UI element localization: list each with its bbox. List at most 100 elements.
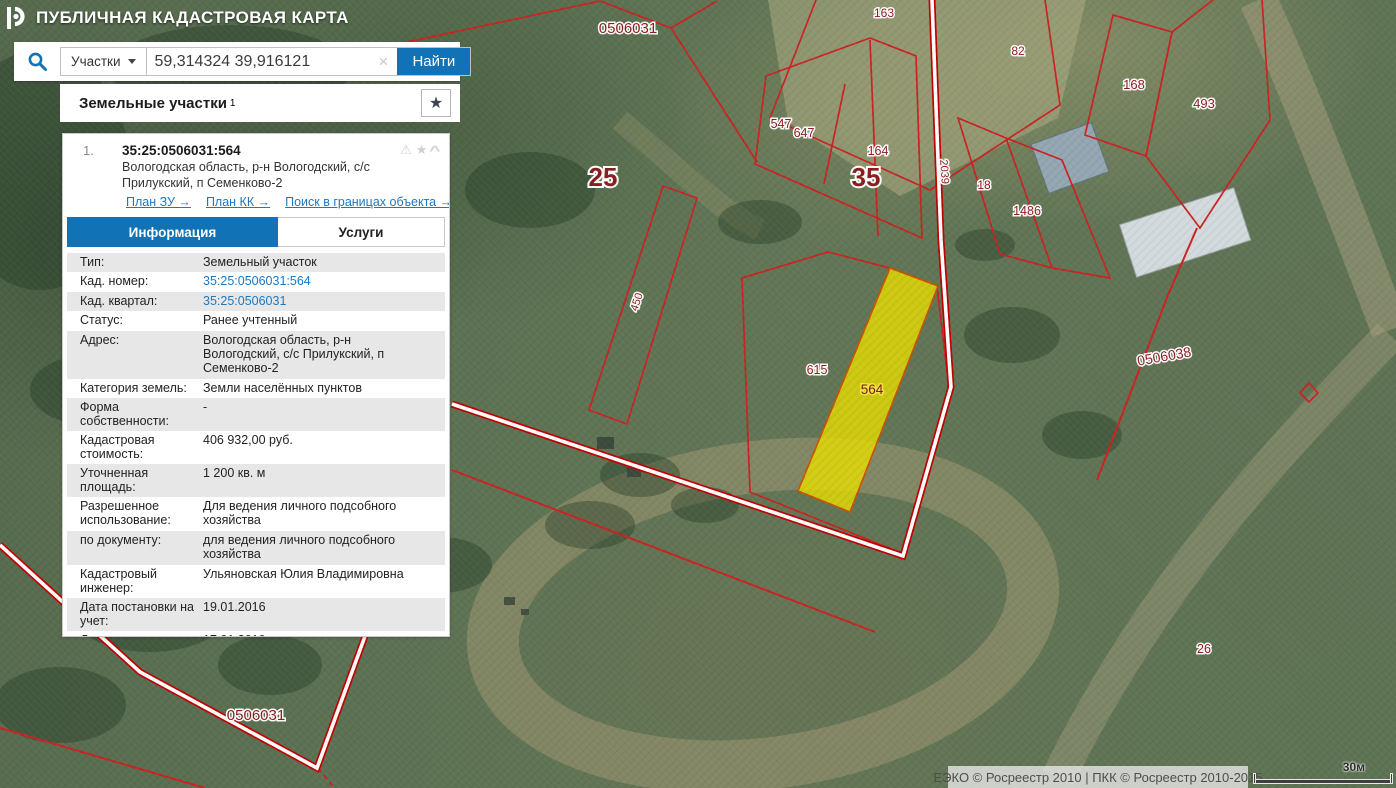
map-fields: [466, 0, 1396, 788]
info-row: Дата изменения сведений в ГКН:17.01.2019: [67, 631, 445, 637]
search-category-dropdown[interactable]: Участки: [61, 48, 147, 75]
info-label: Дата изменения сведений в ГКН:: [67, 633, 203, 637]
info-row: Форма собственности: -: [67, 398, 445, 431]
quarter-label: 0506038: [1136, 343, 1193, 368]
parcel-label: 168: [1123, 77, 1145, 92]
info-label: Форма собственности:: [80, 400, 169, 428]
info-value: 19.01.2016: [203, 599, 266, 614]
info-row: Кадастровый инженер: Ульяновская Юлия Вла…: [67, 565, 445, 598]
search-button[interactable]: Найти: [397, 48, 471, 75]
quarter-label: 0506031: [599, 20, 657, 37]
result-head: 1. 35:25:0506031:564 ⚠ ★ ^ Вологодская о…: [63, 134, 449, 209]
parcel-label: 493: [1193, 96, 1215, 111]
info-row: Категория земель: Земли населённых пункто…: [67, 379, 445, 398]
chevron-down-icon: [127, 59, 136, 64]
results-header: Земельные участки 1 ★: [60, 84, 460, 122]
info-row: по документу: для ведения личного подсобн…: [67, 530, 445, 565]
info-table: Тип: Земельный участок Кад. номер: 35:25:05…: [67, 253, 445, 637]
info-value: Для ведения личного подсобного хозяйства: [203, 499, 397, 528]
parcel-label: 615: [807, 363, 828, 377]
clear-search-icon[interactable]: ×: [370, 48, 398, 75]
info-label: Адрес:: [80, 332, 120, 347]
info-row: Кад. номер: 35:25:0506031:564: [67, 272, 445, 291]
selected-parcel-label: 564: [861, 382, 884, 397]
parcel-label: 163: [874, 6, 894, 20]
map-buildings: [504, 121, 1252, 615]
info-row: Адрес: Вологодская область, р-н Вологодск…: [67, 330, 445, 379]
tab-bar: Информация Услуги: [67, 217, 445, 247]
info-value: Земельный участок: [203, 255, 317, 269]
scale-tick-right: [1390, 773, 1393, 784]
info-label: Дата постановки на учет:: [80, 599, 194, 628]
info-label: Кад. квартал:: [80, 293, 158, 308]
parcel-label: 647: [794, 126, 815, 140]
parcel-label: 1486: [1013, 204, 1041, 218]
info-row: Уточненная площадь: 1 200 кв. м: [67, 464, 445, 497]
star-icon: ★: [428, 95, 444, 112]
parcel-label: 450: [629, 291, 646, 312]
search-icon[interactable]: [27, 51, 48, 72]
results-count: 1: [229, 97, 236, 109]
info-row: Кадастровая стоимость: 406 932,00 руб.: [67, 431, 445, 464]
info-label: Кадастровая стоимость:: [80, 433, 155, 461]
scale-bar: 30м: [1253, 760, 1393, 786]
parcel-card: 1. 35:25:0506031:564 ⚠ ★ ^ Вологодская о…: [62, 133, 450, 637]
info-value: -: [203, 400, 208, 414]
info-value: 1 200 кв. м: [203, 466, 266, 480]
search-group: Участки × Найти: [60, 47, 472, 76]
parcel-label: 26: [1197, 642, 1211, 656]
star-icon[interactable]: ★: [416, 142, 428, 158]
map-attribution: ЕЭКО © Росреестр 2010 | ПКК © Росреестр …: [934, 766, 1262, 788]
rosreestr-logo-icon: [7, 6, 25, 29]
results-title: Земельные участки: [79, 94, 227, 112]
search-bar: Участки × Найти: [14, 42, 472, 81]
info-value: Вологодская область, р-н Вологодский, с/…: [203, 332, 385, 376]
info-row: Тип: Земельный участок: [67, 253, 445, 273]
warning-icon[interactable]: ⚠: [400, 142, 412, 158]
collapse-icon[interactable]: ^: [430, 143, 441, 158]
block-label: 25: [589, 162, 618, 192]
search-category-label: Участки: [71, 54, 121, 69]
info-value-link[interactable]: 35:25:0506031:564: [203, 274, 445, 288]
scale-label: 30м: [1342, 760, 1365, 774]
info-label: Статус:: [80, 313, 123, 328]
parcel-label: 18: [977, 178, 991, 192]
block-label: 35: [852, 162, 881, 192]
info-row: Разрешенное использование: Для ведения ли…: [67, 497, 445, 531]
plan-kk-link[interactable]: План КК →: [206, 195, 270, 209]
info-label: Тип:: [80, 255, 105, 269]
result-index: 1.: [83, 143, 94, 158]
info-value: Ранее учтенный: [203, 313, 298, 328]
parcel-label: 82: [1011, 44, 1025, 58]
parcel-label: 164: [868, 144, 889, 158]
scale-tick-left: [1253, 773, 1256, 784]
app-header: ПУБЛИЧНАЯ КАДАСТРОВАЯ КАРТА: [6, 5, 349, 31]
favorite-button[interactable]: ★: [421, 89, 451, 117]
info-label: Кад. номер:: [80, 274, 149, 289]
info-label: Категория земель:: [80, 380, 187, 395]
parcel-label: 547: [771, 117, 792, 131]
tab-services[interactable]: Услуги: [277, 217, 445, 247]
info-value-link[interactable]: 35:25:0506031: [203, 294, 445, 308]
info-row: Кад. квартал: 35:25:0506031: [67, 291, 445, 312]
info-value: Ульяновская Юлия Владимировна: [203, 566, 404, 581]
cadastral-number: 35:25:0506031:564: [122, 143, 241, 158]
info-label: Кадастровый инженер:: [80, 566, 157, 595]
info-label: Разрешенное использование:: [80, 499, 171, 527]
info-value: Земли населённых пунктов: [203, 380, 362, 395]
info-row: Дата постановки на учет: 19.01.2016: [67, 597, 445, 631]
search-in-bounds-link[interactable]: Поиск в границах объекта →: [285, 195, 449, 209]
info-value: для ведения личного подсобного хозяйства: [203, 532, 396, 562]
info-label: Уточненная площадь:: [80, 466, 149, 494]
scale-line: [1253, 779, 1393, 784]
parcel-address: Вологодская область, р-н Вологодский, с/…: [122, 160, 370, 190]
info-value: 406 932,00 руб.: [203, 433, 293, 447]
plan-zu-link[interactable]: План ЗУ →: [126, 195, 191, 209]
parcel-label: 2039: [937, 159, 951, 184]
app-title: ПУБЛИЧНАЯ КАДАСТРОВАЯ КАРТА: [36, 8, 349, 27]
info-label: по документу:: [80, 532, 162, 547]
tab-information[interactable]: Информация: [67, 217, 278, 247]
quarter-label: 0506031: [227, 707, 285, 724]
highlighted-parcel-564[interactable]: [796, 266, 940, 514]
search-input[interactable]: [146, 48, 370, 75]
